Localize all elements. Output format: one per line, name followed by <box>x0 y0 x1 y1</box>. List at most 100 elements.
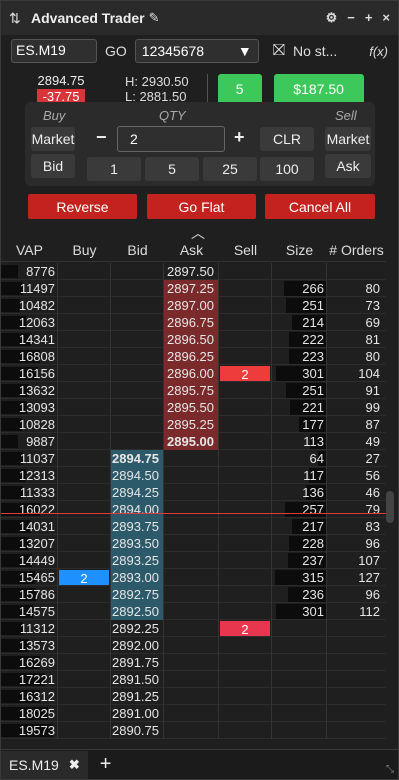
buy-market-button[interactable]: Market <box>31 127 75 151</box>
vap-cell[interactable]: 11497 <box>1 280 58 297</box>
bid-cell[interactable] <box>111 280 164 297</box>
sell-cell[interactable] <box>219 331 272 348</box>
sell-cell[interactable] <box>219 552 272 569</box>
sell-cell[interactable] <box>219 637 272 654</box>
bid-cell[interactable]: 2892.50 <box>111 603 164 620</box>
vap-cell[interactable]: 13093 <box>1 399 58 416</box>
size-cell[interactable]: 221 <box>272 399 327 416</box>
vap-cell[interactable]: 12313 <box>1 467 58 484</box>
ladder-row[interactable]: 13632 2895.75 251 91 <box>1 382 386 399</box>
orders-cell[interactable]: 96 <box>327 586 386 603</box>
orders-cell[interactable]: 27 <box>327 450 386 467</box>
orders-cell[interactable]: 46 <box>327 484 386 501</box>
buy-cell[interactable] <box>58 620 111 637</box>
col-bid[interactable]: Bid <box>111 242 164 261</box>
tab-es-m19[interactable]: ES.M19 ✖ <box>1 750 88 779</box>
bid-cell[interactable]: 2891.50 <box>111 671 164 688</box>
qty-preset-100[interactable]: 100 <box>260 157 314 181</box>
ask-cell[interactable] <box>164 518 219 535</box>
vap-cell[interactable]: 16156 <box>1 365 58 382</box>
bid-cell[interactable]: 2892.25 <box>111 620 164 637</box>
strategy-icon[interactable]: ⛝ <box>273 42 285 60</box>
close-tab-icon[interactable]: ✖ <box>69 757 80 773</box>
bid-cell[interactable]: 2894.00 <box>111 501 164 518</box>
size-cell[interactable]: 228 <box>272 535 327 552</box>
ladder-row[interactable]: 16312 2891.25 <box>1 688 386 705</box>
ask-cell[interactable]: 2895.75 <box>164 382 219 399</box>
size-cell[interactable]: 177 <box>272 416 327 433</box>
sell-market-button[interactable]: Market <box>325 127 371 151</box>
ladder-row[interactable]: 15786 2892.75 236 96 <box>1 586 386 603</box>
bid-cell[interactable] <box>111 297 164 314</box>
title-bar[interactable]: ⇅ Advanced Trader ✎ ⚙ − + × <box>1 1 398 35</box>
ask-cell[interactable] <box>164 569 219 586</box>
vap-cell[interactable]: 16269 <box>1 654 58 671</box>
bid-cell[interactable]: 2890.75 <box>111 722 164 739</box>
sell-cell[interactable] <box>219 399 272 416</box>
sell-cell[interactable]: 2 <box>219 365 272 382</box>
qty-increment-button[interactable]: + <box>234 127 245 148</box>
vap-cell[interactable]: 16312 <box>1 688 58 705</box>
ask-cell[interactable] <box>164 671 219 688</box>
size-cell[interactable]: 113 <box>272 433 327 450</box>
ask-cell[interactable]: 2896.25 <box>164 348 219 365</box>
sell-cell[interactable] <box>219 671 272 688</box>
bid-cell[interactable]: 2894.50 <box>111 467 164 484</box>
col-orders[interactable]: # Orders <box>327 242 386 261</box>
working-buy-order[interactable]: 2 <box>59 570 109 586</box>
orders-cell[interactable]: 107 <box>327 552 386 569</box>
sell-cell[interactable] <box>219 484 272 501</box>
vap-cell[interactable]: 14575 <box>1 603 58 620</box>
sell-cell[interactable] <box>219 518 272 535</box>
sell-cell[interactable] <box>219 705 272 722</box>
ladder-row[interactable]: 9887 2895.00 113 49 <box>1 433 386 450</box>
orders-cell[interactable]: 49 <box>327 433 386 450</box>
ask-cell[interactable] <box>164 484 219 501</box>
buy-cell[interactable] <box>58 518 111 535</box>
sell-cell[interactable] <box>219 382 272 399</box>
pencil-icon[interactable]: ✎ <box>149 10 160 26</box>
bid-cell[interactable] <box>111 416 164 433</box>
ladder-scrollbar[interactable] <box>386 491 394 523</box>
ask-cell[interactable] <box>164 722 219 739</box>
size-cell[interactable]: 223 <box>272 348 327 365</box>
buy-cell[interactable] <box>58 688 111 705</box>
collapse-chevron-icon[interactable]: ︿ <box>191 223 205 243</box>
minimize-icon[interactable]: − <box>347 10 355 26</box>
working-sell-order[interactable]: 2 <box>220 366 270 382</box>
buy-cell[interactable] <box>58 671 111 688</box>
orders-cell[interactable]: 80 <box>327 348 386 365</box>
orders-cell[interactable]: 96 <box>327 535 386 552</box>
ask-cell[interactable] <box>164 535 219 552</box>
buy-cell[interactable] <box>58 416 111 433</box>
size-cell[interactable]: 217 <box>272 518 327 535</box>
vap-cell[interactable]: 17221 <box>1 671 58 688</box>
size-cell[interactable] <box>272 637 327 654</box>
sell-cell[interactable] <box>219 688 272 705</box>
bid-cell[interactable] <box>111 331 164 348</box>
ladder-row[interactable]: 11333 2894.25 136 46 <box>1 484 386 501</box>
sell-cell[interactable] <box>219 654 272 671</box>
add-tab-button[interactable]: + <box>100 753 112 776</box>
buy-cell[interactable]: 2 <box>58 569 111 586</box>
vap-cell[interactable]: 14341 <box>1 331 58 348</box>
size-cell[interactable]: 266 <box>272 280 327 297</box>
vap-cell[interactable]: 15786 <box>1 586 58 603</box>
size-cell[interactable]: 214 <box>272 314 327 331</box>
close-icon[interactable]: × <box>382 10 390 26</box>
bid-cell[interactable]: 2893.50 <box>111 535 164 552</box>
working-sell-order[interactable]: 2 <box>220 621 270 637</box>
ladder-row[interactable]: 11037 2894.75 64 27 <box>1 450 386 467</box>
vap-cell[interactable]: 13573 <box>1 637 58 654</box>
sell-cell[interactable] <box>219 467 272 484</box>
buy-cell[interactable] <box>58 586 111 603</box>
buy-cell[interactable] <box>58 382 111 399</box>
orders-cell[interactable] <box>327 620 386 637</box>
ask-cell[interactable] <box>164 637 219 654</box>
sell-cell[interactable] <box>219 569 272 586</box>
bid-cell[interactable]: 2892.00 <box>111 637 164 654</box>
sell-cell[interactable] <box>219 348 272 365</box>
ask-cell[interactable]: 2895.25 <box>164 416 219 433</box>
size-cell[interactable]: 251 <box>272 297 327 314</box>
sell-cell[interactable] <box>219 416 272 433</box>
